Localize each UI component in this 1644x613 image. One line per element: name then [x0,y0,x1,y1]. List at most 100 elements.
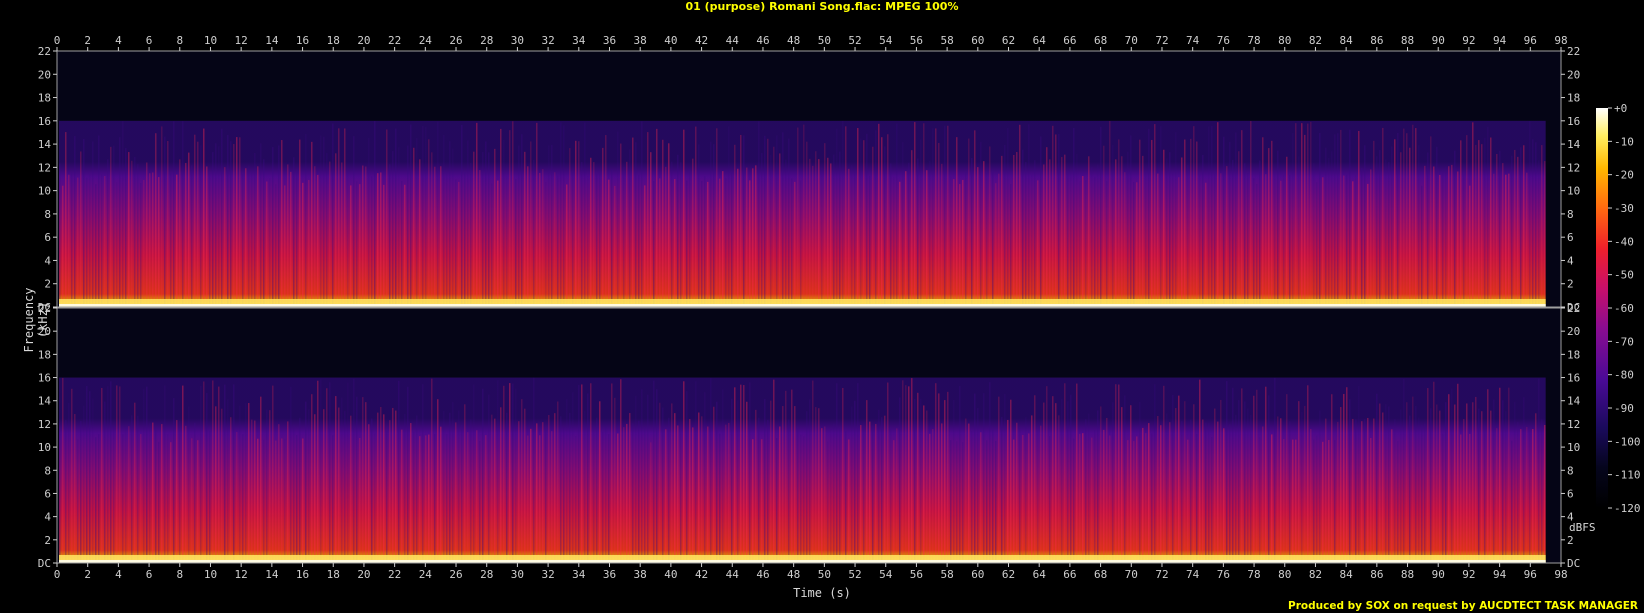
y-tick-label: DC [38,557,51,570]
y-tick-label: 10 [38,441,51,454]
y-tick-label: 14 [1567,138,1581,151]
colorbar-tick-label: +0 [1614,102,1627,115]
x-tick-label: 22 [388,568,401,581]
x-tick-label: 38 [634,568,647,581]
x-tick-label: 10 [204,34,217,47]
x-tick-label: 56 [910,34,923,47]
x-tick-label: 16 [296,34,309,47]
x-tick-label: 2 [84,568,91,581]
x-tick-label: 92 [1462,568,1475,581]
x-tick-label: 18 [327,34,340,47]
x-tick-label: 40 [664,34,677,47]
x-tick-label: 52 [848,568,861,581]
x-tick-label: 20 [357,34,370,47]
y-tick-label: 16 [1567,372,1580,385]
x-tick-label: 86 [1370,568,1383,581]
y-tick-label: 8 [1567,208,1574,221]
x-tick-label: 22 [388,34,401,47]
y-tick-label: 2 [44,534,51,547]
x-tick-label: 66 [1063,568,1076,581]
x-tick-label: 14 [265,568,279,581]
y-tick-label: 16 [38,372,51,385]
footer-credit: Produced by SOX on request by AUCDTECT T… [1288,600,1638,612]
x-tick-label: 64 [1033,34,1047,47]
y-tick-label: 6 [44,231,51,244]
x-tick-label: 2 [84,34,91,47]
y-tick-label: 4 [1567,254,1574,267]
x-tick-label: 96 [1524,34,1537,47]
colorbar-tick-label: -70 [1614,335,1634,348]
y-tick-label: 16 [38,115,51,128]
x-tick-label: 80 [1278,34,1291,47]
colorbar-tick-label: -80 [1614,369,1634,382]
x-tick-label: 34 [572,34,586,47]
colorbar-tick-label: -60 [1614,302,1634,315]
x-tick-label: 48 [787,34,800,47]
x-tick-label: 32 [541,568,554,581]
x-tick-label: 70 [1125,568,1138,581]
y-tick-label: 10 [38,185,51,198]
x-tick-label: 54 [879,568,893,581]
y-tick-label: 12 [1567,418,1580,431]
y-tick-label: 18 [1567,92,1580,105]
x-tick-label: 58 [940,34,953,47]
x-tick-label: 20 [357,568,370,581]
x-tick-label: 80 [1278,568,1291,581]
x-tick-label: 46 [756,568,769,581]
x-tick-label: 16 [296,568,309,581]
x-tick-label: 10 [204,568,217,581]
spectrogram-chart: DC DC2 24 46 68 810 1012 1214 1416 1618 1820 2022 22… [38,34,1641,581]
x-tick-label: 48 [787,568,800,581]
colorbar-tick-label: -40 [1614,235,1634,248]
y-tick-label: 6 [1567,487,1574,500]
y-tick-label: 18 [1567,348,1580,361]
x-tick-label: 92 [1462,34,1475,47]
x-tick-label: 8 [176,568,183,581]
x-tick-label: 82 [1309,568,1322,581]
y-tick-label: 10 [1567,441,1580,454]
y-tick-label: 14 [38,395,52,408]
x-tick-label: 6 [146,568,153,581]
x-tick-label: 88 [1401,34,1414,47]
x-tick-label: 62 [1002,568,1015,581]
x-tick-label: 4 [115,568,122,581]
x-tick-label: 72 [1155,568,1168,581]
x-tick-label: 82 [1309,34,1322,47]
x-tick-label: 68 [1094,34,1107,47]
y-tick-label: 18 [38,92,51,105]
y-tick-label: 14 [38,138,52,151]
x-tick-label: 78 [1247,34,1260,47]
y-axis-label: Frequency (kHz) [22,287,50,353]
y-tick-label: 10 [1567,185,1580,198]
x-tick-label: 30 [511,34,524,47]
colorbar-tick-label: -120 [1614,502,1641,515]
spectrogram-panel-1 [56,50,1562,308]
x-tick-label: 32 [541,34,554,47]
x-tick-label: 50 [818,568,831,581]
x-tick-label: 12 [235,34,248,47]
x-tick-label: 6 [146,34,153,47]
x-tick-label: 0 [54,34,61,47]
x-tick-label: 64 [1033,568,1047,581]
spectrogram-panel-2 [56,307,1562,564]
x-tick-label: 0 [54,568,61,581]
x-tick-label: 36 [603,568,616,581]
x-axis-label: Time (s) [793,586,851,600]
x-tick-label: 26 [449,34,462,47]
x-tick-label: 58 [940,568,953,581]
x-tick-label: 18 [327,568,340,581]
x-tick-label: 98 [1554,34,1567,47]
x-tick-label: 50 [818,34,831,47]
x-tick-label: 76 [1217,34,1230,47]
y-tick-label: 12 [38,418,51,431]
y-tick-label: 6 [1567,231,1574,244]
x-tick-label: 42 [695,568,708,581]
x-tick-label: 90 [1432,568,1445,581]
x-tick-label: 56 [910,568,923,581]
x-tick-label: 76 [1217,568,1230,581]
y-tick-label: 22 [1567,45,1580,58]
x-tick-label: 78 [1247,568,1260,581]
colorbar-tick-label: -20 [1614,169,1634,182]
x-tick-label: 40 [664,568,677,581]
y-tick-label: DC [1567,557,1580,570]
